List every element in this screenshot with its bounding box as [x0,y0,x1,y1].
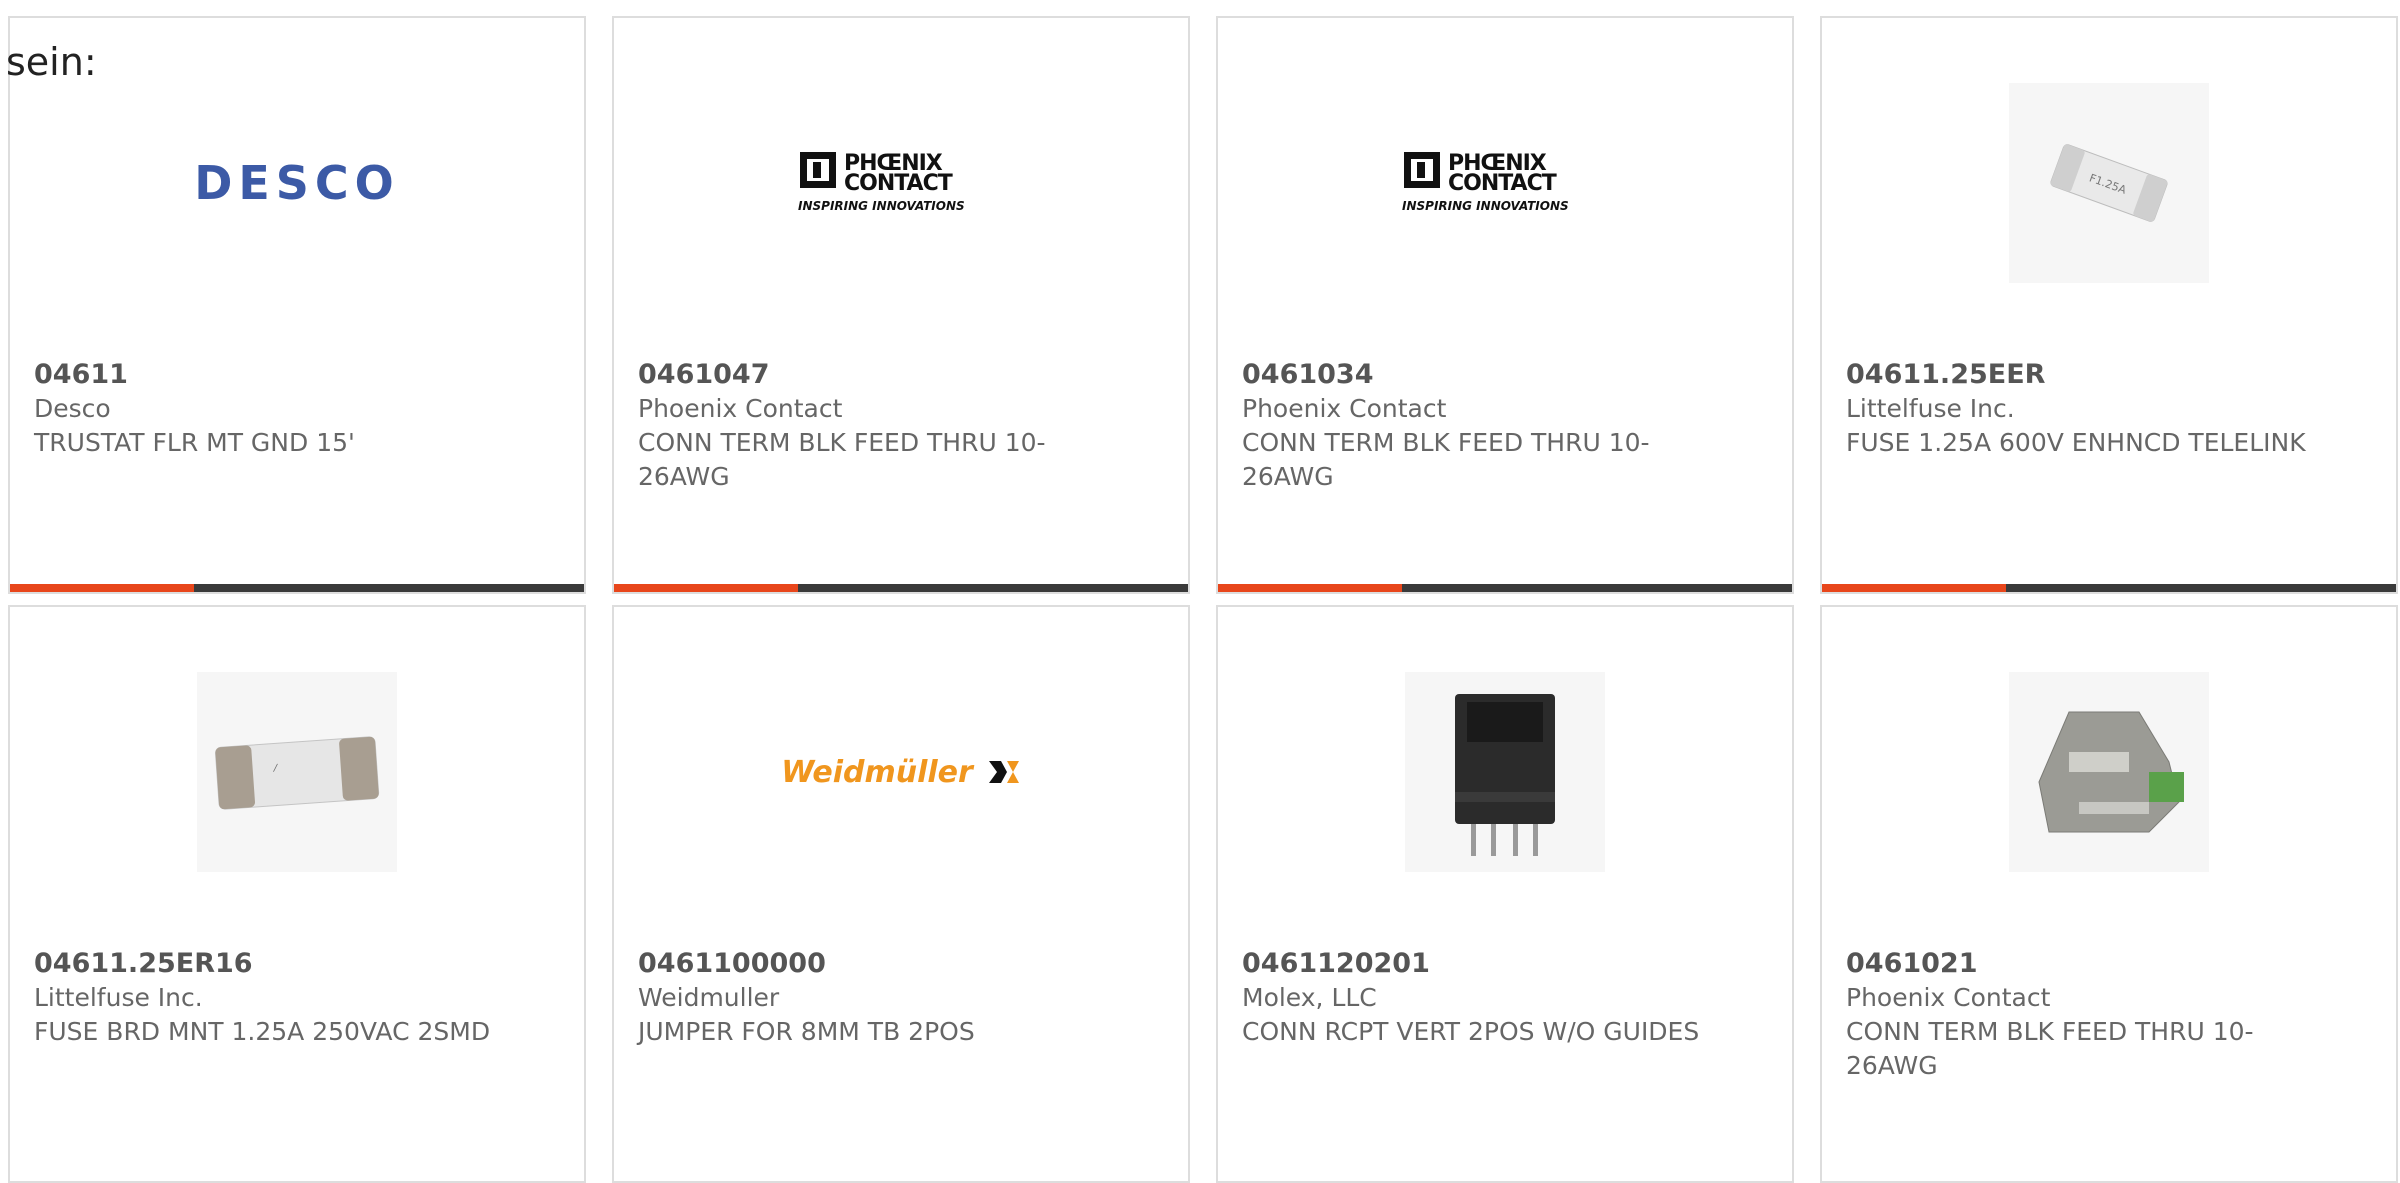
description: CONN RCPT VERT 2POS W/O GUIDES [1242,1017,1700,1046]
part-number[interactable]: 04611 [34,358,494,392]
part-number[interactable]: 0461034 [1242,358,1702,392]
manufacturer: Littelfuse Inc. [1846,394,2015,423]
manufacturer: Phoenix Contact [1242,394,1447,423]
product-card[interactable]: 0461120201 Molex, LLC CONN RCPT VERT 2PO… [1216,605,1794,1183]
product-card[interactable]: F1.25A 04611.25EER Littelfuse Inc. FUSE … [1820,16,2398,594]
weidmuller-logo: Weidmüller [781,755,1021,790]
product-image[interactable]: ⁄ [10,667,584,877]
manufacturer: Molex, LLC [1242,983,1377,1012]
product-info: 0461047 Phoenix Contact CONN TERM BLK FE… [638,358,1098,494]
product-image[interactable]: DESCO [10,78,584,288]
fuse-photo: F1.25A [2009,83,2209,283]
part-number[interactable]: 0461100000 [638,947,1098,981]
phoenix-tagline: INSPIRING INNOVATIONS [1402,199,1569,213]
product-card[interactable]: PHŒNIX CONTACT INSPIRING INNOVATIONS 046… [612,16,1190,594]
description: CONN TERM BLK FEED THRU 10-26AWG [638,428,1046,491]
description: CONN TERM BLK FEED THRU 10-26AWG [1242,428,1650,491]
part-number[interactable]: 0461047 [638,358,1098,392]
product-image[interactable]: PHŒNIX CONTACT INSPIRING INNOVATIONS [614,78,1188,288]
progress-bar [1822,584,2396,592]
product-image[interactable] [1822,667,2396,877]
fuse-photo: ⁄ [197,672,397,872]
part-number[interactable]: 0461021 [1846,947,2306,981]
svg-text:CONTACT: CONTACT [1448,171,1557,196]
product-card[interactable]: PHŒNIX CONTACT INSPIRING INNOVATIONS 046… [1216,16,1794,594]
product-info: 04611.25ER16 Littelfuse Inc. FUSE BRD MN… [34,947,494,1049]
manufacturer: Littelfuse Inc. [34,983,203,1012]
progress-fill [1822,584,2006,592]
phoenix-tagline: INSPIRING INNOVATIONS [798,199,965,213]
manufacturer: Weidmuller [638,983,780,1012]
manufacturer: Desco [34,394,111,423]
progress-fill [10,584,194,592]
product-image[interactable]: Weidmüller [614,667,1188,877]
description: TRUSTAT FLR MT GND 15' [34,428,355,457]
product-image[interactable]: F1.25A [1822,78,2396,288]
product-card[interactable]: DESCO 04611 Desco TRUSTAT FLR MT GND 15' [8,16,586,594]
terminal-block-photo [2009,672,2209,872]
part-number[interactable]: 04611.25EER [1846,358,2306,392]
description: FUSE 1.25A 600V ENHNCD TELELINK [1846,428,2306,457]
connector-photo [1405,672,1605,872]
product-card[interactable]: 0461021 Phoenix Contact CONN TERM BLK FE… [1820,605,2398,1183]
product-card[interactable]: Weidmüller 0461100000 Weidmuller JUMPER … [612,605,1190,1183]
manufacturer: Phoenix Contact [1846,983,2051,1012]
product-card[interactable]: ⁄ 04611.25ER16 Littelfuse Inc. FUSE BRD … [8,605,586,1183]
weidmuller-mark-icon [988,761,1019,783]
description: CONN TERM BLK FEED THRU 10-26AWG [1846,1017,2254,1080]
product-image[interactable]: PHŒNIX CONTACT INSPIRING INNOVATIONS [1218,78,1792,288]
phoenix-contact-logo: PHŒNIX CONTACT INSPIRING INNOVATIONS [1402,151,1569,213]
weidmuller-wordmark: Weidmüller [781,754,973,790]
product-info: 0461021 Phoenix Contact CONN TERM BLK FE… [1846,947,2306,1083]
product-info: 04611 Desco TRUSTAT FLR MT GND 15' [34,358,494,460]
progress-bar [1218,584,1792,592]
desco-logo: DESCO [194,156,400,210]
progress-bar [10,584,584,592]
svg-text:CONTACT: CONTACT [844,171,953,196]
description: JUMPER FOR 8MM TB 2POS [638,1017,975,1046]
part-number[interactable]: 04611.25ER16 [34,947,494,981]
intro-text: sein: [6,40,97,84]
product-info: 0461120201 Molex, LLC CONN RCPT VERT 2PO… [1242,947,1702,1049]
product-image[interactable] [1218,667,1792,877]
progress-bar [614,584,1188,592]
product-info: 04611.25EER Littelfuse Inc. FUSE 1.25A 6… [1846,358,2306,460]
phoenix-contact-logo: PHŒNIX CONTACT INSPIRING INNOVATIONS [798,151,965,213]
description: FUSE BRD MNT 1.25A 250VAC 2SMD [34,1017,491,1046]
progress-fill [614,584,798,592]
manufacturer: Phoenix Contact [638,394,843,423]
product-info: 0461034 Phoenix Contact CONN TERM BLK FE… [1242,358,1702,494]
progress-fill [1218,584,1402,592]
product-info: 0461100000 Weidmuller JUMPER FOR 8MM TB … [638,947,1098,1049]
part-number[interactable]: 0461120201 [1242,947,1702,981]
